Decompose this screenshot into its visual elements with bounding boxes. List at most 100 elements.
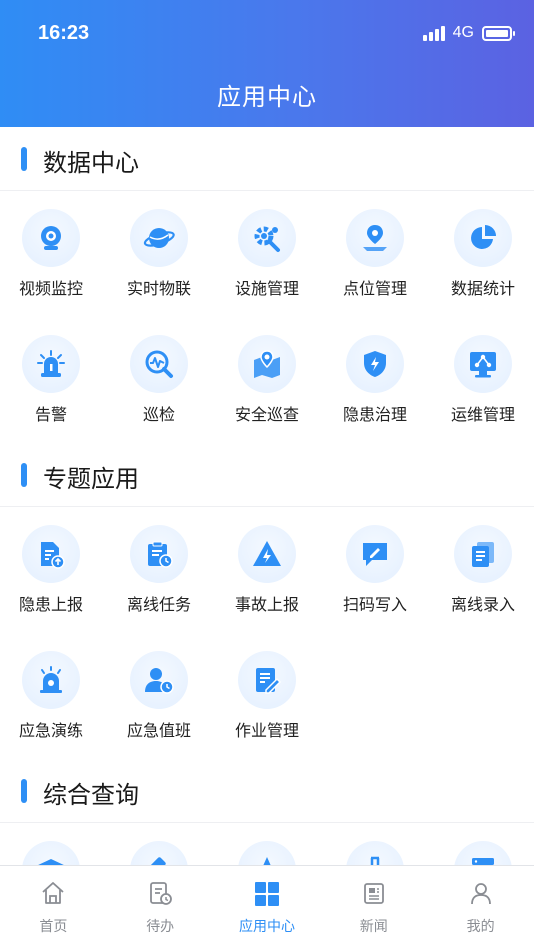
tab-profile[interactable]: 我的 bbox=[427, 866, 534, 950]
gavel-icon bbox=[130, 841, 188, 865]
app-tile[interactable]: 事故上报 bbox=[216, 507, 324, 633]
app-tile-label: 隐患上报 bbox=[18, 595, 83, 614]
documents-icon bbox=[454, 525, 512, 583]
app-tile[interactable]: 设施管理 bbox=[216, 191, 324, 317]
app-grid-special: 隐患上报 离线任务 事故上报 扫码写入 离线录入 应急演练 应急值班 作业管理 bbox=[0, 507, 534, 759]
app-tile-label: 巡检 bbox=[142, 405, 175, 424]
app-grid-query bbox=[0, 823, 534, 865]
app-tile[interactable]: 点位管理 bbox=[324, 191, 432, 317]
app-tile[interactable] bbox=[432, 823, 534, 865]
section-header: 综合查询 bbox=[0, 759, 534, 823]
battery-icon bbox=[482, 25, 515, 41]
app-tile[interactable] bbox=[108, 823, 216, 865]
app-tile[interactable]: 视频监控 bbox=[0, 191, 108, 317]
app-tile-label: 扫码写入 bbox=[342, 595, 407, 614]
section-header: 数据中心 bbox=[0, 127, 534, 191]
app-tile[interactable]: 告警 bbox=[0, 317, 108, 443]
flask-icon bbox=[346, 841, 404, 865]
app-tile-label: 隐患治理 bbox=[342, 405, 407, 424]
camera-icon bbox=[22, 209, 80, 267]
monitor-network-icon bbox=[454, 335, 512, 393]
app-tile[interactable] bbox=[216, 823, 324, 865]
status-icons: 4G bbox=[422, 24, 515, 42]
tab-home[interactable]: 首页 bbox=[0, 866, 107, 950]
siren-icon bbox=[22, 335, 80, 393]
app-header: 16:23 4G 应用中心 bbox=[0, 0, 534, 127]
app-tile[interactable]: 扫码写入 bbox=[324, 507, 432, 633]
section-header: 专题应用 bbox=[0, 443, 534, 507]
app-grid-data-center: 视频监控 实时物联 设施管理 点位管理 数据统计 告警 巡检 安全巡查 隐患治理… bbox=[0, 191, 534, 443]
app-tile-label: 数据统计 bbox=[450, 279, 515, 298]
app-tile[interactable]: 作业管理 bbox=[216, 633, 324, 759]
map-location-icon bbox=[238, 335, 296, 393]
app-tile[interactable]: 数据统计 bbox=[432, 191, 534, 317]
pie-chart-icon bbox=[454, 209, 512, 267]
app-tile[interactable]: 安全巡查 bbox=[216, 317, 324, 443]
app-tile[interactable]: 应急演练 bbox=[0, 633, 108, 759]
app-tile[interactable]: 隐患治理 bbox=[324, 317, 432, 443]
section-accent-bar bbox=[21, 463, 27, 487]
user-icon bbox=[468, 880, 494, 906]
app-tile[interactable]: 离线任务 bbox=[108, 507, 216, 633]
map-pin-icon bbox=[346, 209, 404, 267]
tab-todo[interactable]: 待办 bbox=[107, 866, 214, 950]
todo-icon bbox=[147, 880, 173, 906]
apps-grid-icon bbox=[253, 880, 281, 908]
gear-wrench-icon bbox=[238, 209, 296, 267]
section-title: 综合查询 bbox=[43, 781, 139, 809]
server-icon bbox=[454, 841, 512, 865]
page-title: 应用中心 bbox=[217, 83, 317, 111]
bottom-tab-bar: 首页 待办 应用中心 新闻 我的 bbox=[0, 865, 534, 950]
document-upload-icon bbox=[22, 525, 80, 583]
chat-pen-icon bbox=[346, 525, 404, 583]
app-tile[interactable]: 实时物联 bbox=[108, 191, 216, 317]
app-tile[interactable]: 巡检 bbox=[108, 317, 216, 443]
app-tile-label: 事故上报 bbox=[234, 595, 299, 614]
status-time: 16:23 bbox=[38, 22, 90, 44]
section-accent-bar bbox=[21, 779, 27, 803]
app-tile-label: 安全巡查 bbox=[234, 405, 299, 424]
app-tile-label: 实时物联 bbox=[126, 279, 191, 298]
app-tile-label: 告警 bbox=[34, 405, 67, 424]
app-tile-label: 离线录入 bbox=[450, 595, 515, 614]
clipboard-clock-icon bbox=[130, 525, 188, 583]
app-tile[interactable]: 隐患上报 bbox=[0, 507, 108, 633]
star-icon bbox=[238, 841, 296, 865]
alarm-light-icon bbox=[22, 651, 80, 709]
user-clock-icon bbox=[130, 651, 188, 709]
magnifier-pulse-icon bbox=[130, 335, 188, 393]
app-tile-label: 应急演练 bbox=[18, 721, 83, 740]
section-title: 数据中心 bbox=[43, 149, 139, 177]
app-tile-label: 应急值班 bbox=[126, 721, 191, 740]
warning-triangle-icon bbox=[238, 525, 296, 583]
tab-label: 新闻 bbox=[359, 919, 388, 935]
tab-label: 应用中心 bbox=[238, 919, 295, 935]
app-center-content[interactable]: 数据中心 视频监控 实时物联 设施管理 点位管理 数据统计 告警 巡检 安全巡查… bbox=[0, 127, 534, 865]
app-tile[interactable] bbox=[324, 823, 432, 865]
app-tile-label: 离线任务 bbox=[126, 595, 191, 614]
signal-icon bbox=[422, 25, 445, 41]
planet-icon bbox=[130, 209, 188, 267]
tab-label: 我的 bbox=[466, 919, 495, 935]
tab-app-center[interactable]: 应用中心 bbox=[214, 866, 321, 950]
tab-news[interactable]: 新闻 bbox=[320, 866, 427, 950]
note-pen-icon bbox=[238, 651, 296, 709]
app-tile-label: 运维管理 bbox=[450, 405, 515, 424]
app-tile[interactable]: 离线录入 bbox=[432, 507, 534, 633]
section-title: 专题应用 bbox=[43, 465, 139, 493]
app-tile[interactable] bbox=[0, 823, 108, 865]
tab-label: 待办 bbox=[146, 919, 175, 935]
app-tile[interactable]: 运维管理 bbox=[432, 317, 534, 443]
app-tile-label: 点位管理 bbox=[342, 279, 407, 298]
app-tile-label: 设施管理 bbox=[234, 279, 299, 298]
app-tile[interactable]: 应急值班 bbox=[108, 633, 216, 759]
home-icon bbox=[40, 880, 66, 906]
tab-label: 首页 bbox=[39, 919, 68, 935]
app-tile-label: 视频监控 bbox=[18, 279, 83, 298]
news-icon bbox=[361, 880, 387, 906]
app-tile-label: 作业管理 bbox=[234, 721, 299, 740]
network-label: 4G bbox=[452, 24, 474, 41]
shield-bolt-icon bbox=[346, 335, 404, 393]
section-accent-bar bbox=[21, 147, 27, 171]
graduation-cap-icon bbox=[22, 841, 80, 865]
